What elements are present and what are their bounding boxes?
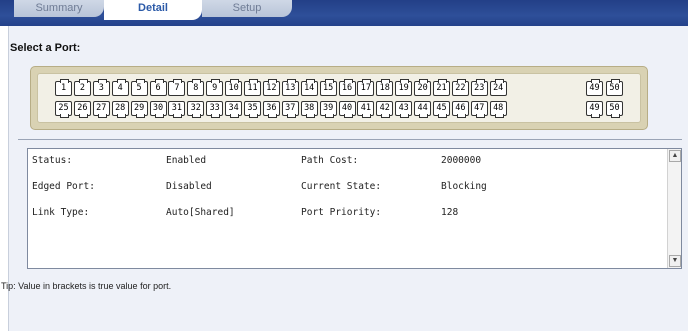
port-31-lower[interactable]: 31 — [168, 101, 186, 118]
port-50-uplink[interactable]: 50 — [606, 79, 623, 96]
tab-setup[interactable]: Setup — [202, 0, 292, 17]
port-45-lower[interactable]: 45 — [433, 101, 450, 118]
port-27-lower[interactable]: 27 — [92, 101, 110, 118]
port-38-lower[interactable]: 38 — [300, 101, 318, 118]
edged-port-label: Edged Port: — [32, 181, 95, 192]
port-25-lower[interactable]: 25 — [55, 101, 72, 118]
port-21[interactable]: 21 — [433, 79, 450, 96]
edged-port-value: Disabled — [166, 181, 212, 192]
port-14[interactable]: 14 — [300, 79, 318, 96]
port-19[interactable]: 19 — [395, 79, 413, 96]
status-value: Enabled — [166, 155, 207, 166]
port-49-uplink[interactable]: 49 — [586, 79, 603, 96]
port-42-lower[interactable]: 42 — [376, 101, 394, 118]
port-9[interactable]: 9 — [206, 79, 224, 96]
port-24[interactable]: 24 — [489, 79, 507, 96]
tab-summary[interactable]: Summary — [14, 0, 104, 17]
port-37-lower[interactable]: 37 — [281, 101, 299, 118]
scroll-up-arrow-icon[interactable]: ▲ — [669, 150, 681, 162]
current-state-value: Blocking — [441, 181, 487, 192]
port-34-lower[interactable]: 34 — [225, 101, 243, 118]
port-17[interactable]: 17 — [357, 79, 375, 96]
tip-text: Tip: Value in brackets is true value for… — [1, 281, 172, 291]
path-cost-value: 2000000 — [441, 155, 482, 166]
port-35-lower[interactable]: 35 — [244, 101, 261, 118]
divider — [18, 139, 682, 140]
port-29-lower[interactable]: 29 — [130, 101, 148, 118]
current-state-label: Current State: — [301, 181, 382, 192]
tab-detail[interactable]: Detail — [104, 0, 202, 20]
port-15[interactable]: 15 — [319, 79, 337, 96]
port-22[interactable]: 22 — [451, 79, 469, 96]
port-28-lower[interactable]: 28 — [111, 101, 129, 118]
port-3[interactable]: 3 — [92, 79, 110, 96]
port-5[interactable]: 5 — [130, 79, 148, 96]
port-13[interactable]: 13 — [281, 79, 299, 96]
port-18[interactable]: 18 — [376, 79, 394, 96]
port-details-box: Status: Enabled Path Cost: 2000000 Edged… — [27, 148, 682, 269]
link-type-value: Auto[Shared] — [166, 207, 235, 218]
link-type-label: Link Type: — [32, 207, 90, 218]
tab-bar: Summary Detail Setup — [0, 0, 688, 26]
scroll-down-arrow-icon[interactable]: ▼ — [669, 255, 681, 267]
port-6[interactable]: 6 — [149, 79, 167, 96]
port-39-lower[interactable]: 39 — [319, 101, 337, 118]
port-4[interactable]: 4 — [111, 79, 129, 96]
port-30-lower[interactable]: 30 — [149, 101, 167, 118]
select-port-label: Select a Port: — [10, 42, 81, 54]
port-49-lower-uplink[interactable]: 49 — [586, 101, 603, 118]
port-41-lower[interactable]: 41 — [357, 101, 375, 118]
port-priority-value: 128 — [441, 207, 459, 218]
port-12[interactable]: 12 — [262, 79, 280, 96]
port-26-lower[interactable]: 26 — [73, 101, 91, 118]
port-50-lower-uplink[interactable]: 50 — [606, 101, 623, 118]
port-7[interactable]: 7 — [168, 79, 186, 96]
port-32-lower[interactable]: 32 — [187, 101, 205, 118]
path-cost-label: Path Cost: — [301, 155, 359, 166]
port-panel: 1 2 3 4 5 6 7 8 9 10 11 12 13 14 15 16 17 18 19 20 21 22 23 24 2… — [37, 73, 641, 123]
port-46-lower[interactable]: 46 — [451, 101, 469, 118]
switch-faceplate: 1 2 3 4 5 6 7 8 9 10 11 12 13 14 15 16 17 18 19 20 21 22 23 24 2… — [30, 66, 648, 130]
port-priority-label: Port Priority: — [301, 207, 382, 218]
port-16[interactable]: 16 — [338, 79, 356, 96]
port-47-lower[interactable]: 47 — [470, 101, 488, 118]
port-36-lower[interactable]: 36 — [262, 101, 280, 118]
port-44-lower[interactable]: 44 — [414, 101, 432, 118]
port-1[interactable]: 1 — [55, 79, 72, 96]
port-8[interactable]: 8 — [187, 79, 205, 96]
port-11[interactable]: 11 — [244, 79, 261, 96]
details-scrollbar[interactable]: ▲ ▼ — [667, 149, 681, 268]
port-40-lower[interactable]: 40 — [338, 101, 356, 118]
port-48-lower[interactable]: 48 — [489, 101, 507, 118]
port-33-lower[interactable]: 33 — [206, 101, 224, 118]
status-label: Status: — [32, 155, 73, 166]
port-43-lower[interactable]: 43 — [395, 101, 413, 118]
port-10[interactable]: 10 — [225, 79, 243, 96]
port-20[interactable]: 20 — [414, 79, 432, 96]
port-23[interactable]: 23 — [470, 79, 488, 96]
port-2[interactable]: 2 — [73, 79, 91, 96]
